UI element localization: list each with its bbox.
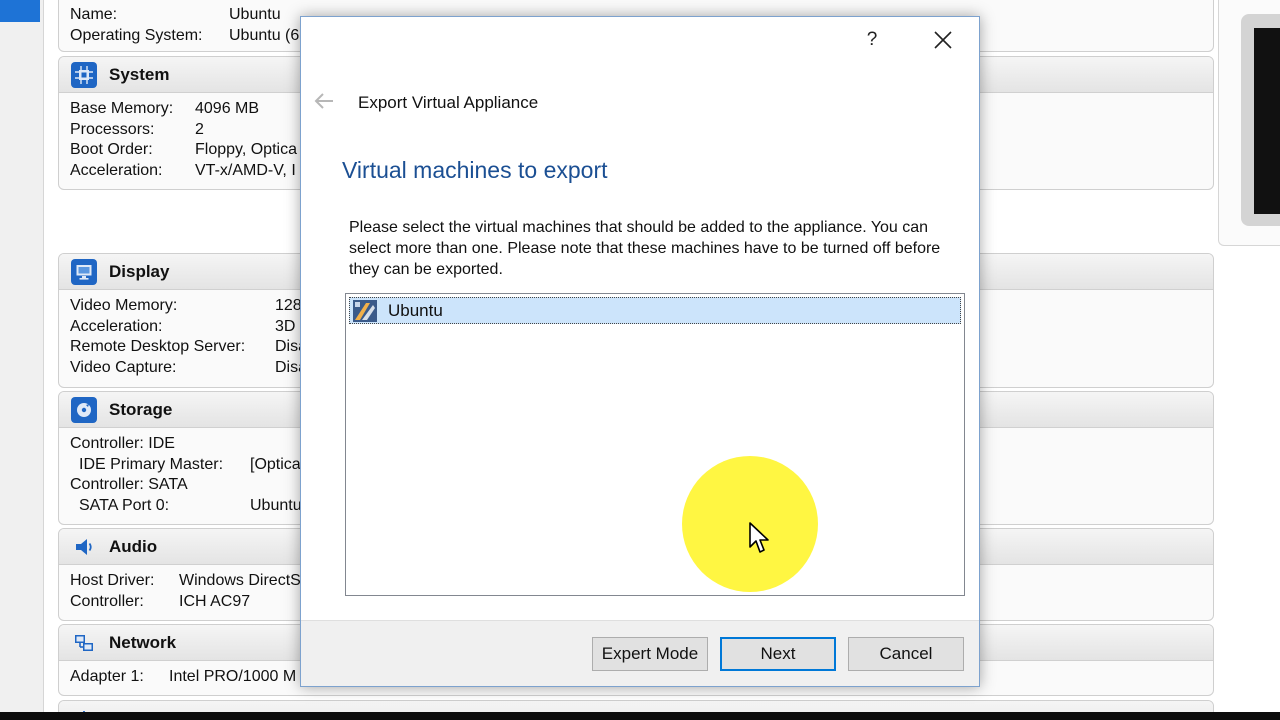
- row-label: Remote Desktop Server:: [70, 338, 246, 356]
- selected-vm-marker[interactable]: [0, 0, 40, 22]
- cancel-button[interactable]: Cancel: [848, 637, 964, 671]
- row-value: 2: [195, 120, 204, 138]
- row-value: ICH AC97: [179, 592, 251, 610]
- row-value: Floppy, Optica: [195, 141, 297, 159]
- monitor-icon: [71, 258, 97, 285]
- row-label: Controller: IDE: [70, 435, 175, 452]
- preview-screen: [1254, 28, 1280, 214]
- ubuntu-vm-icon: [353, 299, 377, 322]
- chip-icon: [71, 61, 97, 88]
- row-label: Operating System:: [70, 26, 203, 44]
- back-arrow-icon: [314, 93, 333, 109]
- row-label: SATA Port 0:: [79, 496, 170, 514]
- export-dialog: ? Export Virtual Appliance Virtual machi…: [300, 16, 980, 687]
- speaker-icon: [71, 534, 97, 560]
- row-value: 128: [275, 297, 302, 314]
- row-label: Name:: [70, 6, 118, 23]
- close-button[interactable]: [928, 25, 958, 55]
- page-description: Please select the virtual machines that …: [349, 219, 941, 278]
- dialog-footer: Expert Mode Next Cancel: [301, 620, 979, 686]
- section-title: Display: [109, 261, 170, 281]
- disk-icon: [71, 396, 97, 423]
- row-value: 4096 MB: [195, 100, 260, 117]
- row-label: Adapter 1:: [70, 668, 144, 685]
- page-heading: Virtual machines to export: [342, 157, 608, 183]
- vm-list-strip: [0, 0, 44, 720]
- vm-list-item[interactable]: Ubuntu: [349, 297, 961, 324]
- row-value: Ubuntu (6: [229, 26, 300, 44]
- row-value: VT-x/AMD-V, I: [195, 161, 296, 179]
- row-label: Processors:: [70, 120, 155, 138]
- close-icon: [934, 31, 952, 49]
- section-title: Network: [109, 632, 177, 652]
- section-title: Audio: [109, 536, 158, 556]
- row-value: Windows DirectS: [179, 572, 301, 589]
- back-button[interactable]: [313, 91, 335, 111]
- bottom-border: [0, 712, 1280, 720]
- network-icon: [71, 630, 97, 656]
- vm-list[interactable]: Ubuntu: [345, 293, 965, 596]
- row-value: Ubuntu: [250, 496, 302, 514]
- dialog-title: Export Virtual Appliance: [358, 93, 539, 112]
- row-value: Intel PRO/1000 M: [169, 668, 297, 685]
- row-label: Base Memory:: [70, 100, 174, 117]
- row-label: Video Capture:: [70, 358, 177, 376]
- help-button[interactable]: ?: [862, 29, 882, 53]
- vm-name: Ubuntu: [388, 300, 443, 320]
- row-label: IDE Primary Master:: [79, 455, 224, 473]
- row-value: 3D: [275, 317, 296, 335]
- row-value: Ubuntu: [229, 6, 281, 23]
- section-title: Storage: [109, 399, 173, 419]
- next-button[interactable]: Next: [720, 637, 836, 671]
- row-label: Acceleration:: [70, 161, 163, 179]
- row-label: Controller:: [70, 592, 144, 610]
- row-label: Host Driver:: [70, 572, 155, 589]
- row-label: Boot Order:: [70, 141, 153, 159]
- expert-mode-button[interactable]: Expert Mode: [592, 637, 708, 671]
- row-value: [Optica: [250, 455, 301, 473]
- section-title: System: [109, 64, 170, 84]
- row-label: Acceleration:: [70, 317, 163, 335]
- row-label: Controller: SATA: [70, 476, 188, 494]
- row-label: Video Memory:: [70, 297, 178, 314]
